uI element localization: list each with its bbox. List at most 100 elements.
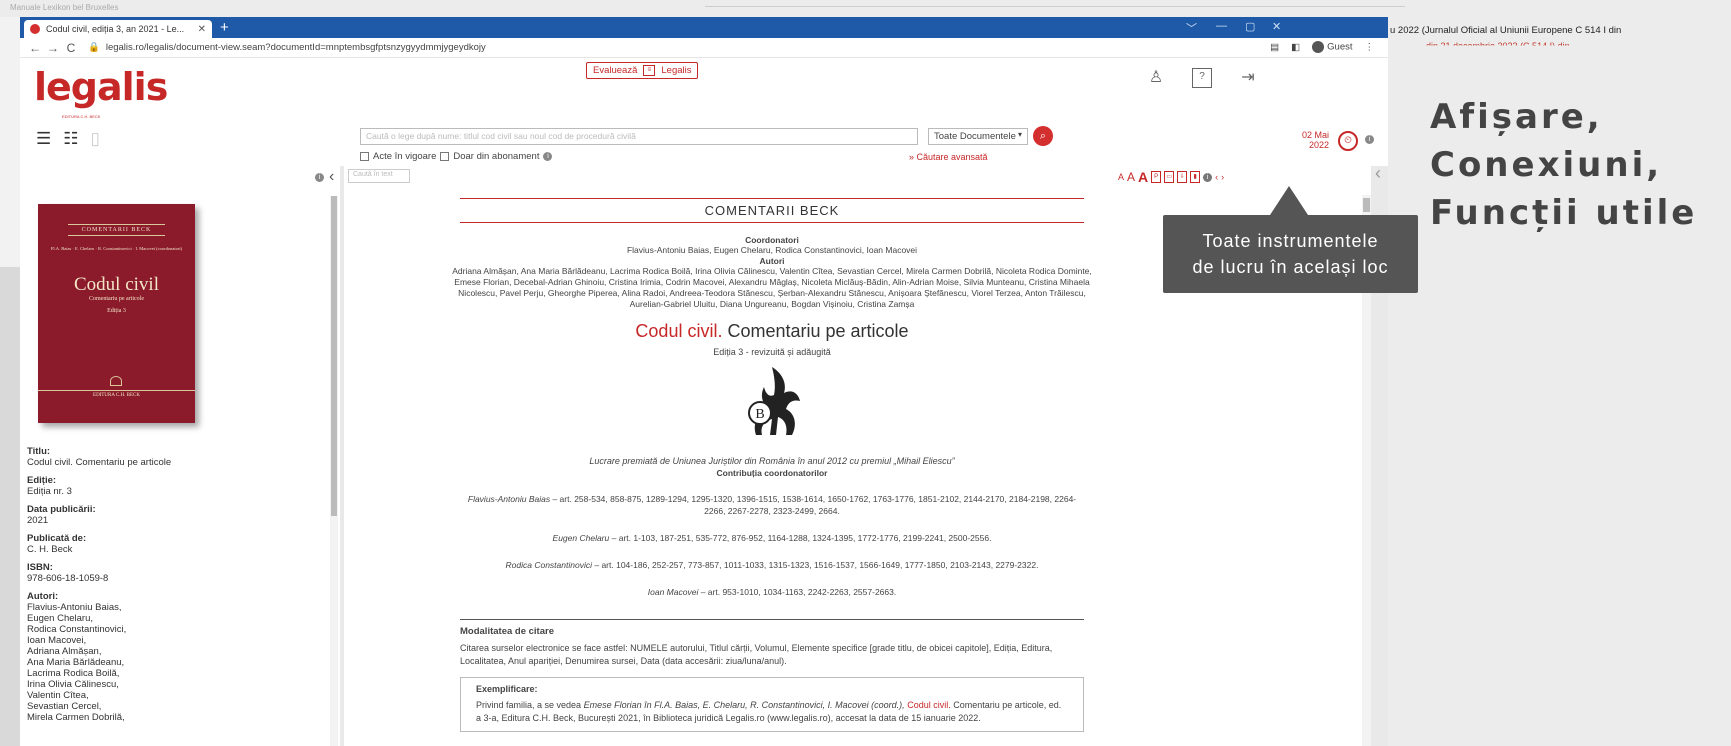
font-large-button[interactable]: A	[1138, 169, 1148, 185]
tooltip-line-1: Toate instrumentele	[1202, 231, 1379, 251]
author-item: Irina Olivia Călinescu,	[27, 679, 119, 690]
sidebar-scroll-thumb[interactable]	[331, 196, 337, 516]
document-type-select[interactable]: Toate Documentele ▾	[928, 128, 1028, 145]
meta-value: Ediția nr. 3	[27, 486, 72, 497]
forward-arrow-icon[interactable]: →	[44, 41, 62, 55]
browser-menu-icon[interactable]: ⋮	[1365, 42, 1375, 53]
author-item: Ana Maria Bărlădeanu,	[27, 657, 125, 668]
sidebar-scrollbar[interactable]	[330, 196, 338, 746]
collapse-sidebar-icon[interactable]: ‹	[329, 168, 334, 186]
meta-value: 978-606-18-1059-8	[27, 573, 109, 584]
sidebar-controls: i ‹	[315, 168, 334, 186]
new-tab-button[interactable]: +	[220, 19, 229, 36]
cover-publisher: EDITURA C.H. BECK	[38, 390, 195, 398]
document-scroll-thumb[interactable]	[1363, 198, 1370, 212]
print-icon[interactable]: ▭	[1164, 171, 1175, 183]
doc-series-header: COMENTARII BECK	[460, 198, 1084, 223]
lock-icon: 🔒	[88, 42, 100, 53]
font-medium-button[interactable]: A	[1127, 170, 1135, 184]
url-field[interactable]: 🔒 legalis.ro/legalis/document-view.seam?d…	[88, 42, 486, 53]
back-arrow-icon[interactable]: ←	[26, 41, 44, 55]
next-arrow-icon[interactable]: ›	[1221, 172, 1224, 182]
document-type-value: Toate Documentele	[934, 131, 1016, 142]
tab-title: Codul civil, ediția 3, an 2021 - Le...	[46, 24, 185, 34]
evaluate-button[interactable]: Evaluează ≡ Legalis	[586, 62, 699, 79]
contribution-line: Flavius-Antoniu Baias – art. 258-534, 85…	[460, 493, 1084, 517]
text-search-input[interactable]: Caută în text	[348, 169, 410, 183]
advanced-search-link[interactable]: » Căutare avansată	[909, 152, 988, 162]
profile-button[interactable]: Guest	[1312, 41, 1353, 53]
tab-legalis[interactable]: Codul civil, ediția 3, an 2021 - Le... ✕	[24, 20, 212, 38]
chevron-down-icon: ▾	[1017, 130, 1022, 139]
book-sidebar: i ‹ COMENTARII BECK Fl.A. Baias · E. Che…	[20, 166, 340, 746]
meta-label: Ediție:	[27, 475, 57, 486]
user-icon[interactable]: ♙	[1146, 68, 1166, 88]
author-item: Flavius-Antoniu Baias,	[27, 602, 122, 613]
contributor-articles: – art. 104-186, 252-257, 773-857, 1011-1…	[594, 560, 1039, 570]
sidepanel-icon[interactable]: ◧	[1291, 42, 1300, 53]
close-window-button[interactable]: ✕	[1272, 20, 1281, 33]
reload-icon[interactable]: C	[62, 41, 80, 55]
tab-search-icon[interactable]: ﹀	[1186, 20, 1197, 36]
help-icon[interactable]: ?	[1192, 68, 1212, 88]
example-link[interactable]: Codul civil.	[905, 700, 951, 710]
evaluate-label: Evaluează	[593, 65, 638, 76]
history-clock-icon[interactable]: ⏲	[1338, 131, 1358, 151]
author-item: Adriana Almășan,	[27, 646, 102, 657]
award-note: Lucrare premiată de Uniunea Juriștilor d…	[589, 456, 955, 466]
bookmark-icon[interactable]: ▮	[1190, 171, 1201, 183]
pdf-icon[interactable]: P	[1151, 171, 1162, 183]
cover-edition: Ediția 3	[107, 308, 126, 314]
meta-edition: Ediție: Ediția nr. 3	[27, 475, 317, 497]
meta-label: Titlu:	[27, 446, 51, 457]
example-pre: Privind familia, a se vedea	[476, 700, 584, 710]
guest-label: Guest	[1327, 41, 1353, 53]
minimize-button[interactable]: —	[1216, 20, 1227, 32]
in-force-label: Acte în vigoare	[373, 151, 437, 162]
headline-line-3: Funcții utile	[1430, 193, 1698, 233]
svg-text:B: B	[755, 407, 764, 422]
example-italic: Emese Florian în Fl.A. Baias, E. Chelaru…	[583, 700, 905, 710]
info-icon[interactable]: i	[543, 152, 553, 161]
tab-close-icon[interactable]: ✕	[198, 24, 206, 35]
citation-text: Citarea surselor electronice se face ast…	[460, 643, 1053, 666]
example-text: Privind familia, a se vedea Emese Floria…	[476, 699, 1068, 725]
author-item: Rodica Constantinovici,	[27, 624, 127, 635]
background-window-strip: Manuale Lexikon bel Bruxelles	[0, 0, 1731, 17]
document-info-icon[interactable]: i	[1203, 172, 1213, 182]
meta-value: Codul civil. Comentariu pe articole	[27, 457, 172, 468]
tooltip-arrow	[1270, 186, 1308, 215]
meta-publisher: Publicată de: C. H. Beck	[27, 533, 317, 555]
meta-label: Publicată de:	[27, 533, 87, 544]
headline-line-1: Afișare,	[1430, 97, 1603, 137]
expand-right-panel-icon[interactable]: ‹	[1375, 163, 1381, 184]
in-force-checkbox[interactable]	[360, 152, 369, 161]
subscription-label: Doar din abonament	[453, 151, 540, 162]
font-small-button[interactable]: A	[1118, 172, 1124, 182]
single-view-icon[interactable]: ▯	[91, 129, 100, 149]
reading-list-icon[interactable]: ▤	[1270, 42, 1279, 53]
beck-griffin-logo-icon: B	[748, 367, 800, 435]
detail-view-icon[interactable]: ☷	[63, 129, 78, 149]
maximize-button[interactable]: ▢	[1245, 20, 1255, 33]
logout-icon[interactable]: ⇥	[1238, 68, 1258, 88]
citation-example-box: Exemplificare: Privind familia, a se ved…	[460, 677, 1084, 732]
evaluate-list-icon: ≡	[643, 65, 656, 76]
subscription-checkbox[interactable]	[440, 152, 450, 161]
previous-arrow-icon[interactable]: ‹	[1215, 172, 1218, 182]
date-year: 2022	[1308, 140, 1330, 150]
citation-heading: Modalitatea de citare	[460, 626, 554, 637]
date-info-icon[interactable]: i	[1365, 135, 1374, 144]
view-toggle-group: ☰ ☷ ▯	[36, 129, 100, 149]
list-view-icon[interactable]: ☰	[36, 129, 51, 149]
contributor-articles: – art. 1-103, 187-251, 535-772, 876-952,…	[611, 533, 992, 543]
export-icon[interactable]: ⇩	[1177, 171, 1188, 183]
contribution-line: Rodica Constantinovici – art. 104-186, 2…	[460, 559, 1084, 571]
doc-title: Codul civil. Comentariu pe articole	[460, 321, 1084, 342]
search-input[interactable]: Caută o lege după nume: titlul cod civil…	[360, 128, 918, 145]
legalis-logo[interactable]: legalis	[34, 65, 168, 109]
profile-icon	[1312, 41, 1325, 53]
search-button[interactable]: ⌕	[1033, 126, 1053, 146]
sidebar-info-icon[interactable]: i	[315, 172, 324, 182]
publisher-crest-icon	[110, 376, 122, 386]
